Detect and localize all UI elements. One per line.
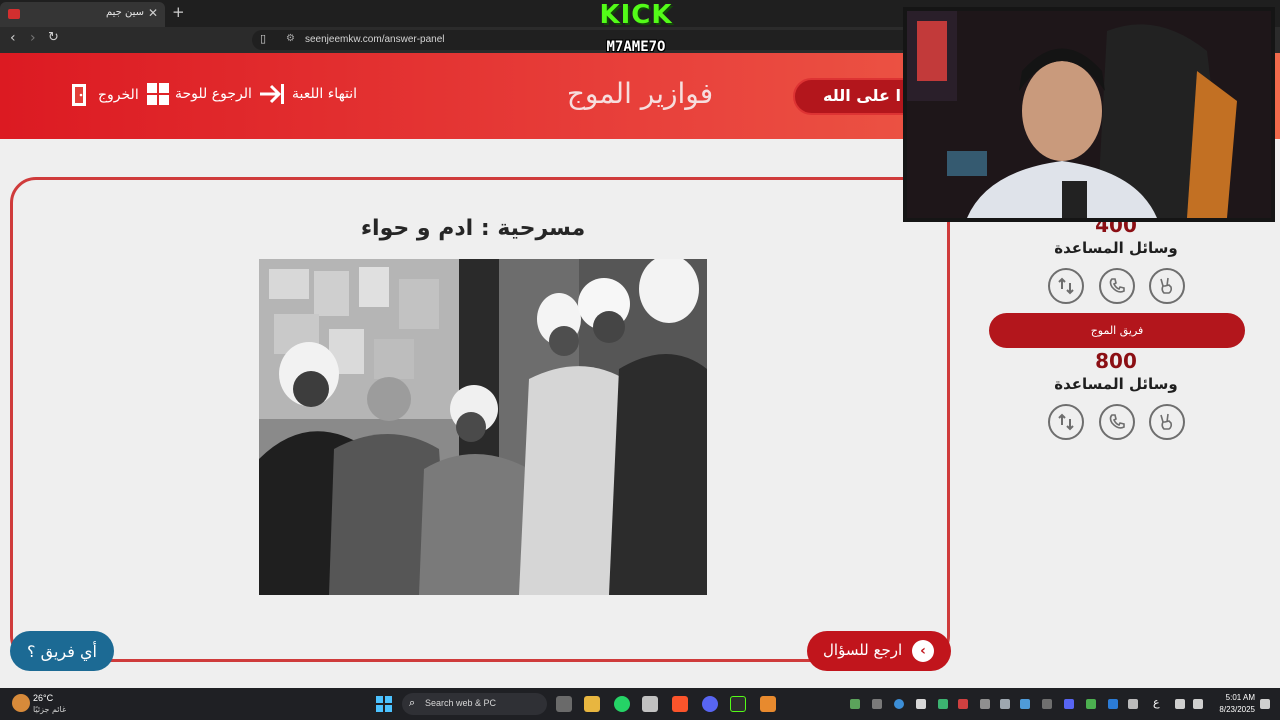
team1-call-transfer-icon[interactable] <box>1048 268 1084 304</box>
weather-description[interactable]: غائم جزئيًا <box>33 705 66 714</box>
question-frame: مسرحية : ادم و حواء <box>10 177 950 662</box>
group-photo-image <box>259 259 707 595</box>
exit-label: الخروج <box>98 87 139 103</box>
which-team-button[interactable]: أي فريق ؟ <box>10 631 114 671</box>
back-to-question-label: ارجع للسؤال <box>823 641 903 659</box>
notifications-icon[interactable] <box>1260 699 1270 709</box>
clock-time[interactable]: 5:01 AM <box>1215 693 1255 702</box>
weather-temperature[interactable]: 26°C <box>33 693 53 703</box>
tray-app-icon[interactable] <box>850 699 860 709</box>
kick-logo: KICK <box>599 0 673 30</box>
exit-button[interactable]: الخروج <box>70 83 139 107</box>
webcam-overlay <box>903 7 1275 222</box>
team2-help-label: وسائل المساعدة <box>1054 375 1178 393</box>
snipping-tool-icon[interactable] <box>642 696 658 712</box>
end-game-button[interactable]: انتهاء اللعبة <box>258 83 357 105</box>
chevron-left-icon: ‹ <box>912 640 934 662</box>
tray-app-icon[interactable] <box>1042 699 1052 709</box>
windows-taskbar: 26°C غائم جزئيًا ⌕ Search web & PC ع 5:0… <box>0 688 1280 720</box>
vlc-icon[interactable] <box>760 696 776 712</box>
question-title: مسرحية : ادم و حواء <box>360 216 586 241</box>
team2-name-pill: فريق الموج <box>989 313 1245 348</box>
team2-score: 800 <box>1095 349 1137 373</box>
close-tab-icon[interactable]: ✕ <box>148 6 158 20</box>
site-info-icon[interactable]: ⚙ <box>286 33 295 44</box>
windows-start-icon[interactable] <box>376 696 392 712</box>
search-icon: ⌕ <box>409 696 416 709</box>
task-view-icon[interactable] <box>556 696 572 712</box>
grid-icon <box>147 83 169 105</box>
streaming-app-icon[interactable] <box>730 696 746 712</box>
bookmark-icon[interactable]: ▯ <box>260 32 266 45</box>
volume-icon[interactable] <box>1193 699 1203 709</box>
team1-help-label: وسائل المساعدة <box>1054 239 1178 257</box>
tray-app-icon[interactable] <box>1086 699 1096 709</box>
network-icon[interactable] <box>1175 699 1185 709</box>
tray-app-icon[interactable] <box>894 699 904 709</box>
back-to-question-button[interactable]: ارجع للسؤال ‹ <box>807 631 951 671</box>
streamer-name: M7AME7O <box>606 39 666 55</box>
tab-title: سين جيم <box>105 7 144 18</box>
game-title: فوازير الموج <box>566 77 714 110</box>
reload-icon[interactable]: ↻ <box>48 30 59 45</box>
microphone-icon[interactable] <box>1128 699 1138 709</box>
weather-icon[interactable] <box>12 694 30 712</box>
tray-app-icon[interactable] <box>1064 699 1074 709</box>
tray-app-icon[interactable] <box>1108 699 1118 709</box>
team2-peace-hand-icon[interactable] <box>1149 404 1185 440</box>
back-to-board-button[interactable]: الرجوع للوحة <box>147 83 252 105</box>
team2-phone-icon[interactable] <box>1099 404 1135 440</box>
url-text[interactable]: seenjeemkw.com/answer-panel <box>305 34 445 45</box>
tray-app-icon[interactable] <box>958 699 968 709</box>
back-arrow-icon[interactable]: ‹ <box>10 30 16 46</box>
whatsapp-icon[interactable] <box>614 696 630 712</box>
exit-door-icon <box>72 84 86 106</box>
tray-app-icon[interactable] <box>872 699 882 709</box>
team1-phone-icon[interactable] <box>1099 268 1135 304</box>
end-game-label: انتهاء اللعبة <box>292 86 358 102</box>
taskbar-search-label: Search web & PC <box>425 698 497 708</box>
site-favicon-icon <box>8 9 20 19</box>
team2-call-transfer-icon[interactable] <box>1048 404 1084 440</box>
question-photo <box>259 259 707 595</box>
browser-tab[interactable]: سين جيم ✕ <box>0 2 165 27</box>
back-to-board-label: الرجوع للوحة <box>175 86 252 102</box>
tray-app-icon[interactable] <box>980 699 990 709</box>
tray-app-icon[interactable] <box>1020 699 1030 709</box>
arrow-to-line-icon <box>260 84 284 104</box>
team1-peace-hand-icon[interactable] <box>1149 268 1185 304</box>
input-language-indicator[interactable]: ع <box>1153 696 1160 709</box>
brave-browser-icon[interactable] <box>672 696 688 712</box>
webcam-feed-image <box>907 11 1271 218</box>
tray-app-icon[interactable] <box>1000 699 1010 709</box>
file-explorer-icon[interactable] <box>584 696 600 712</box>
taskbar-search[interactable]: ⌕ Search web & PC <box>402 693 547 715</box>
address-bar[interactable]: ▯ ⚙ seenjeemkw.com/answer-panel <box>252 30 912 50</box>
forward-arrow-icon[interactable]: › <box>30 30 36 46</box>
clock-date[interactable]: 8/23/2025 <box>1205 705 1255 714</box>
turn-label: ا على الله <box>823 86 901 105</box>
new-tab-icon[interactable]: + <box>172 3 185 21</box>
discord-icon[interactable] <box>702 696 718 712</box>
tray-app-icon[interactable] <box>938 699 948 709</box>
tray-app-icon[interactable] <box>916 699 926 709</box>
